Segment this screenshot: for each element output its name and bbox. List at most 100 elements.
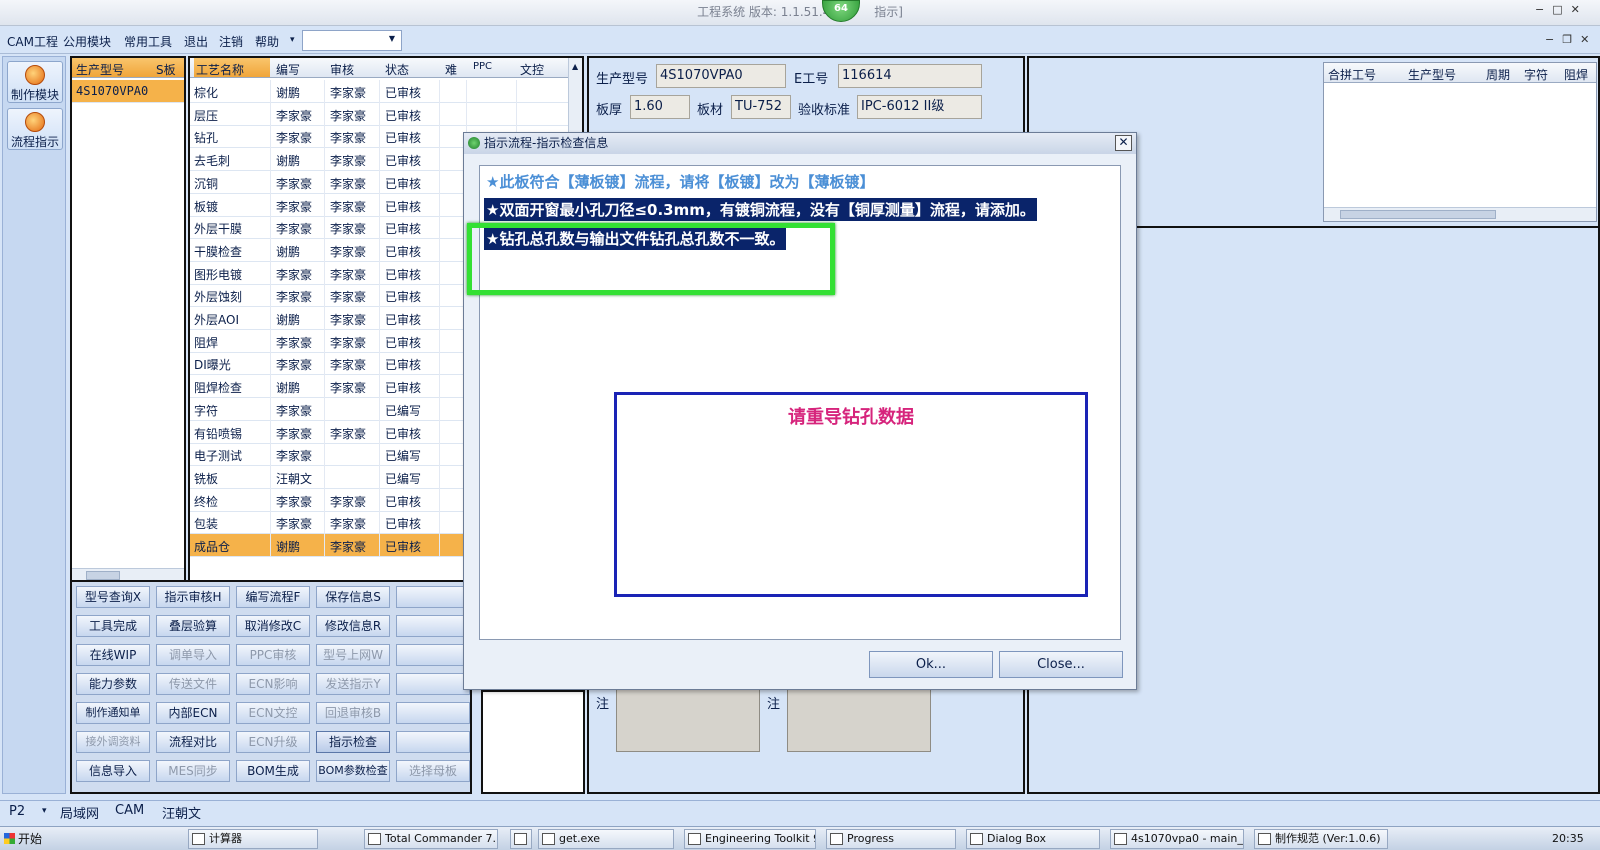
window-title-bar: 工程系统 版本: 1.1.51.4 指示]	[0, 0, 1600, 26]
action-button[interactable]: 制作通知单	[76, 702, 150, 724]
column-header[interactable]: S板	[156, 61, 176, 78]
action-button[interactable]: 型号上网W	[316, 644, 390, 666]
action-button[interactable]: ECN影响	[236, 673, 310, 695]
menu-common-modules[interactable]: 公用模块	[63, 33, 111, 50]
scroll-thumb[interactable]	[1340, 210, 1496, 219]
action-button[interactable]: 保存信息S	[316, 586, 390, 608]
menu-exit[interactable]: 退出	[184, 33, 208, 50]
empty-button[interactable]	[396, 702, 470, 724]
action-button[interactable]: 内部ECN	[156, 702, 230, 724]
action-button[interactable]: 选择母板	[396, 760, 470, 782]
empty-button[interactable]	[396, 644, 470, 666]
task-total-commander[interactable]: Total Commander 7....	[364, 829, 498, 849]
column-divider	[439, 80, 440, 557]
maximize-icon[interactable]: □	[1552, 3, 1562, 21]
empty-button[interactable]	[396, 615, 470, 637]
column-header[interactable]: 生产型号	[76, 61, 124, 78]
column-divider	[324, 80, 325, 557]
task-word[interactable]	[510, 829, 532, 849]
action-button[interactable]: MES同步	[156, 760, 230, 782]
mdi-minimize-icon[interactable]: −	[1545, 33, 1554, 51]
task-dialog-box[interactable]: Dialog Box	[966, 829, 1100, 849]
column-header[interactable]: 文控	[520, 61, 544, 78]
chevron-down-icon[interactable]: ▾	[42, 806, 47, 816]
table-cell: 谢鹏	[276, 86, 301, 100]
table-cell: 已审核	[385, 290, 422, 305]
action-button[interactable]: BOM生成	[236, 760, 310, 782]
menu-cam[interactable]: CAM工程	[7, 33, 58, 50]
action-button[interactable]: 接外调资料	[76, 731, 150, 753]
close-icon[interactable]: ✕	[1571, 3, 1580, 21]
action-button[interactable]: 叠层验算	[156, 615, 230, 637]
task-engineering-toolkit[interactable]: Engineering Toolkit 9...	[684, 829, 816, 849]
menu-tools[interactable]: 常用工具	[124, 33, 172, 50]
sidebar-item-flow-instruction[interactable]: 流程指示	[7, 108, 63, 150]
column-header[interactable]: 状态	[385, 61, 409, 78]
action-button[interactable]: PPC审核	[236, 644, 310, 666]
task-main-qa[interactable]: 4s1070vpa0 - main_qa	[1110, 829, 1244, 849]
empty-button[interactable]	[396, 586, 470, 608]
page-indicator[interactable]: P2	[9, 804, 25, 819]
action-button[interactable]: 回退审核B	[316, 702, 390, 724]
action-button[interactable]: 能力参数	[76, 673, 150, 695]
horizontal-scrollbar[interactable]	[1324, 207, 1596, 221]
empty-button[interactable]	[396, 673, 470, 695]
column-divider	[270, 80, 271, 557]
task-progress[interactable]: Progress	[826, 829, 956, 849]
menu-logout[interactable]: 注销	[219, 33, 243, 50]
task-get-exe[interactable]: get.exe	[538, 829, 674, 849]
start-button[interactable]: 开始	[2, 828, 48, 850]
material-field[interactable]: TU-752	[731, 95, 791, 119]
minimize-icon[interactable]: −	[1535, 3, 1544, 21]
action-button[interactable]: 流程对比	[156, 731, 230, 753]
column-header[interactable]: 生产型号	[1408, 66, 1456, 83]
task-spec[interactable]: 制作规范 (Ver:1.0.6)	[1254, 829, 1388, 849]
menu-help[interactable]: 帮助	[255, 33, 279, 50]
action-button[interactable]: ECN文控	[236, 702, 310, 724]
menu-combo[interactable]: ▼	[302, 30, 402, 51]
scroll-up-icon[interactable]: ▲	[572, 62, 578, 71]
task-calculator[interactable]: 计算器	[188, 829, 318, 849]
note-field-2[interactable]	[787, 686, 931, 752]
action-button[interactable]: 调单导入	[156, 644, 230, 666]
close-button[interactable]: Close...	[999, 651, 1123, 678]
model-row[interactable]: 4S1070VPA0	[72, 80, 184, 103]
column-header[interactable]: 难	[445, 61, 457, 78]
action-button[interactable]: 发送指示Y	[316, 673, 390, 695]
column-header[interactable]: 字符	[1524, 66, 1548, 83]
standard-field[interactable]: IPC-6012 II级	[857, 95, 982, 119]
column-header[interactable]: PPC	[473, 61, 492, 72]
action-button[interactable]: 指示审核H	[156, 586, 230, 608]
chevron-down-icon[interactable]: ▾	[290, 35, 295, 45]
thickness-field[interactable]: 1.60	[630, 95, 690, 119]
action-button[interactable]: 在线WIP	[76, 644, 150, 666]
start-label: 开始	[18, 832, 43, 846]
scroll-thumb[interactable]	[86, 571, 120, 580]
action-button[interactable]: 指示检查	[316, 731, 390, 753]
e-number-field[interactable]: 116614	[838, 64, 982, 88]
action-button[interactable]: 型号查询X	[76, 586, 150, 608]
column-header[interactable]: 合拼工号	[1328, 66, 1376, 83]
empty-button[interactable]	[396, 731, 470, 753]
action-button[interactable]: 信息导入	[76, 760, 150, 782]
action-button[interactable]: 传送文件	[156, 673, 230, 695]
table-cell: 铣板	[194, 471, 219, 486]
column-header[interactable]: 编写	[276, 61, 300, 78]
action-button[interactable]: 工具完成	[76, 615, 150, 637]
model-field[interactable]: 4S1070VPA0	[656, 64, 786, 88]
action-button[interactable]: 修改信息R	[316, 615, 390, 637]
action-button[interactable]: BOM参数检查	[316, 760, 390, 782]
action-button[interactable]: ECN升级	[236, 731, 310, 753]
mdi-close-icon[interactable]: ✕	[1580, 33, 1589, 51]
ok-button[interactable]: Ok...	[869, 651, 993, 678]
dialog-close-icon[interactable]: ✕	[1115, 135, 1132, 151]
column-header[interactable]: 阻焊	[1564, 66, 1588, 83]
sidebar-item-production-module[interactable]: 制作模块	[7, 61, 63, 103]
column-header[interactable]: 周期	[1486, 66, 1510, 83]
mdi-restore-icon[interactable]: ❐	[1562, 33, 1572, 51]
column-header[interactable]: 审核	[330, 61, 354, 78]
action-button[interactable]: 取消修改C	[236, 615, 310, 637]
action-button[interactable]: 编写流程F	[236, 586, 310, 608]
note-field-1[interactable]	[616, 686, 760, 752]
column-header[interactable]: 工艺名称	[194, 58, 270, 77]
